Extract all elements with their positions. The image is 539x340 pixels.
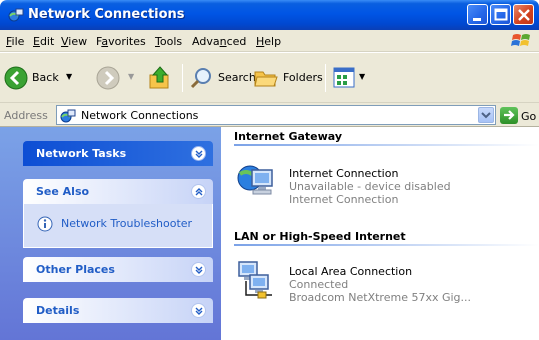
group-divider xyxy=(234,144,539,146)
menu-file[interactable]: File xyxy=(6,35,24,48)
expand-chevron-icon[interactable] xyxy=(191,262,206,277)
menu-bar: File Edit View Favorites Tools Advanced … xyxy=(0,30,539,52)
go-label[interactable]: Go xyxy=(521,110,536,123)
minimize-button[interactable] xyxy=(467,4,488,25)
info-icon xyxy=(37,216,53,232)
toolbar-separator xyxy=(325,64,326,92)
menu-help[interactable]: Help xyxy=(256,35,281,48)
connection-name: Local Area Connection xyxy=(289,265,413,278)
details-section: Details xyxy=(23,298,213,323)
other-places-header[interactable]: Other Places xyxy=(23,257,213,282)
views-icon xyxy=(333,67,355,88)
network-connections-icon xyxy=(8,7,24,23)
window-title: Network Connections xyxy=(28,7,185,22)
lan-connection-icon xyxy=(236,259,276,299)
search-icon xyxy=(190,68,211,89)
back-arrow-icon xyxy=(4,66,28,90)
menu-advanced[interactable]: Advanced xyxy=(192,35,246,48)
menu-edit[interactable]: Edit xyxy=(33,35,54,48)
folders-icon xyxy=(254,71,278,87)
network-tasks-header[interactable]: Network Tasks xyxy=(23,141,213,166)
up-folder-button[interactable] xyxy=(147,65,173,94)
forward-dropdown-icon[interactable]: ▼ xyxy=(128,72,134,81)
close-button[interactable] xyxy=(513,4,534,25)
connection-status: Connected xyxy=(289,278,349,291)
connection-status: Unavailable - device disabled xyxy=(289,180,451,193)
toolbar-separator xyxy=(182,64,183,92)
views-dropdown-icon[interactable]: ▼ xyxy=(359,72,365,81)
windows-logo-icon xyxy=(511,32,533,50)
group-divider xyxy=(234,244,539,246)
see-also-section: See Also Network Troubleshooter xyxy=(23,179,213,248)
connections-view: Internet Gateway Internet Connection Una… xyxy=(221,127,539,340)
address-field[interactable]: Network Connections xyxy=(56,105,496,125)
connection-device: Broadcom NetXtreme 57xx Gig... xyxy=(289,291,472,304)
connection-name: Internet Connection xyxy=(289,167,399,180)
address-dropdown-icon[interactable] xyxy=(478,107,494,123)
up-folder-icon xyxy=(149,66,169,89)
menu-view[interactable]: View xyxy=(61,35,87,48)
connection-device: Internet Connection xyxy=(289,193,399,206)
menu-tools[interactable]: Tools xyxy=(155,35,182,48)
forward-arrow-icon xyxy=(96,66,120,90)
see-also-body: Network Troubleshooter xyxy=(23,204,213,248)
address-value: Network Connections xyxy=(81,109,199,122)
details-header[interactable]: Details xyxy=(23,298,213,323)
network-connections-icon xyxy=(60,108,76,124)
group-header-lan: LAN or High-Speed Internet xyxy=(234,230,406,243)
back-dropdown-icon[interactable]: ▼ xyxy=(66,72,72,81)
group-header-internet-gateway: Internet Gateway xyxy=(234,130,343,143)
address-label: Address xyxy=(4,109,48,122)
address-bar: Address Network Connections Go xyxy=(0,103,539,127)
expand-chevron-icon[interactable] xyxy=(191,146,206,161)
maximize-button[interactable] xyxy=(490,4,511,25)
menu-favorites[interactable]: Favorites xyxy=(96,35,146,48)
go-button[interactable] xyxy=(500,107,518,124)
network-tasks-section: Network Tasks xyxy=(23,141,213,166)
collapse-chevron-icon[interactable] xyxy=(191,184,206,199)
internet-connection-icon xyxy=(236,160,276,200)
expand-chevron-icon[interactable] xyxy=(191,303,206,318)
other-places-section: Other Places xyxy=(23,257,213,282)
task-pane: Network Tasks See Also Network Troublesh… xyxy=(0,127,221,340)
see-also-header[interactable]: See Also xyxy=(23,179,213,204)
title-bar[interactable]: Network Connections xyxy=(0,0,539,30)
network-troubleshooter-link[interactable]: Network Troubleshooter xyxy=(37,216,192,235)
